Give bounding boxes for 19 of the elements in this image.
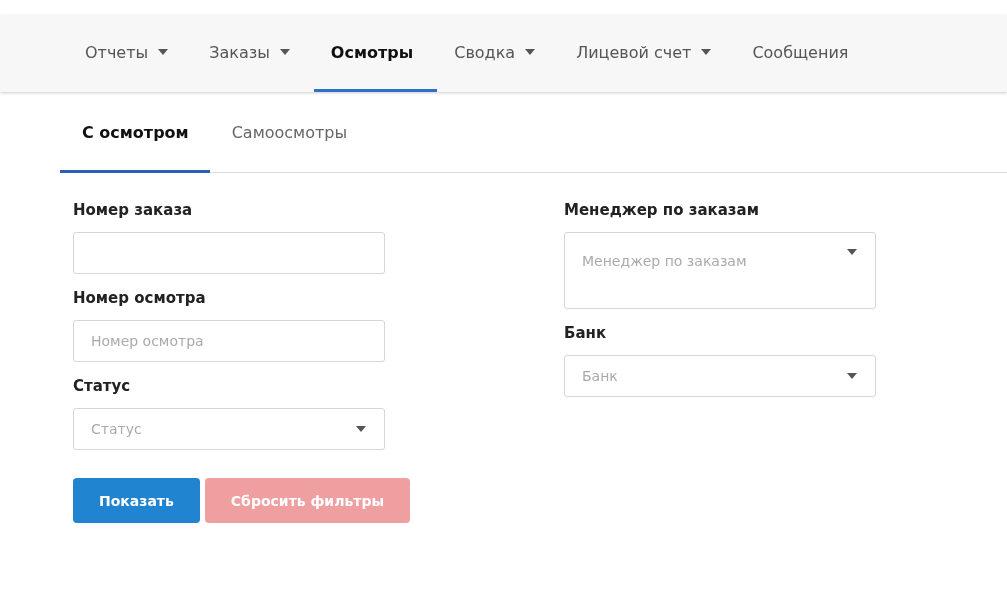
text-field[interactable]: Номер осмотра [73, 320, 385, 362]
caret-down-icon [356, 426, 366, 432]
field-label: Статус [73, 377, 132, 395]
caret-down-icon [847, 373, 857, 379]
show-button[interactable]: Показать [73, 478, 200, 523]
nav-tab[interactable]: Сообщения [735, 15, 873, 92]
nav-tab[interactable]: Заказы [192, 15, 314, 92]
field-label: Банк [564, 324, 608, 342]
sub-tab[interactable]: С осмотром [60, 95, 210, 173]
field-label: Номер заказа [73, 201, 194, 219]
nav-tab[interactable]: Отчеты [68, 15, 193, 92]
nav-tab[interactable]: Лицевой счет [559, 15, 736, 92]
text-field[interactable] [73, 232, 385, 274]
nav-tab[interactable]: Сводка [437, 15, 560, 92]
caret-down-icon [847, 249, 857, 255]
field-label: Номер осмотра [73, 289, 207, 307]
field-label: Менеджер по заказам [564, 201, 760, 219]
sub-tab[interactable]: Самоосмотры [209, 95, 369, 173]
nav-tab[interactable]: Осмотры [313, 15, 438, 92]
